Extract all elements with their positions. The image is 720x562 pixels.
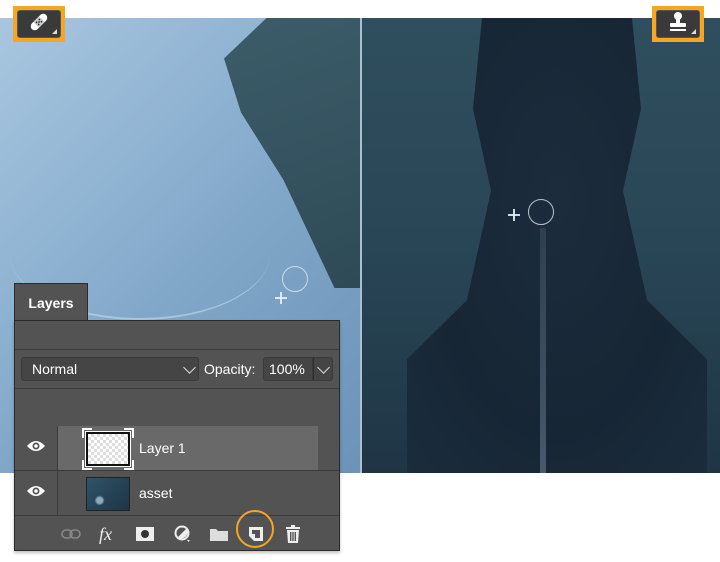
trash-icon[interactable]	[285, 524, 301, 544]
layers-panel-body: Normal Opacity: 100% Layer 1 asset fx	[14, 320, 340, 551]
selection-corner	[124, 428, 134, 438]
flyout-triangle-icon	[52, 29, 57, 34]
layer-name: Layer 1	[139, 440, 186, 456]
blend-mode-select[interactable]: Normal	[21, 357, 199, 381]
brush-cursor-circle	[528, 199, 554, 225]
layers-footer-toolbar: fx	[15, 510, 339, 552]
layer-row[interactable]: asset	[15, 471, 339, 516]
opacity-dropdown-button[interactable]	[313, 357, 333, 381]
sample-crosshair	[508, 209, 520, 221]
dark-figure	[407, 18, 707, 473]
fx-label: fx	[99, 523, 112, 544]
selection-corner	[82, 428, 92, 438]
chevron-down-icon	[183, 361, 196, 374]
layer-row[interactable]: Layer 1	[15, 426, 339, 471]
tab-layers[interactable]: Layers	[14, 283, 88, 321]
new-layer-icon[interactable]	[248, 524, 264, 544]
opacity-value: 100%	[269, 361, 305, 377]
spot-healing-tool-button[interactable]	[13, 6, 65, 42]
eye-icon	[26, 484, 46, 503]
selection-corner	[82, 460, 92, 470]
blend-opacity-row: Normal Opacity: 100%	[15, 349, 339, 389]
canvas-right-image[interactable]	[362, 18, 720, 473]
blend-mode-value: Normal	[32, 361, 78, 377]
stamp-icon	[667, 11, 689, 38]
adjustment-icon[interactable]	[174, 524, 192, 544]
layer-name: asset	[139, 485, 173, 501]
folder-icon[interactable]	[209, 524, 229, 544]
selection-corner	[124, 460, 134, 470]
layers-panel: Layers Normal Opacity: 100% Layer 1 asse…	[14, 283, 340, 551]
fx-icon[interactable]: fx	[99, 524, 112, 544]
visibility-toggle[interactable]	[15, 426, 58, 470]
figure-zipper	[540, 228, 546, 473]
mask-icon[interactable]	[136, 524, 154, 544]
visibility-toggle[interactable]	[15, 471, 58, 515]
chevron-down-icon	[317, 361, 330, 374]
eye-icon	[26, 439, 46, 458]
flyout-triangle-icon	[691, 29, 696, 34]
opacity-label: Opacity:	[204, 361, 256, 377]
layer-thumbnail-image	[86, 477, 130, 511]
clone-stamp-tool-button[interactable]	[652, 6, 704, 42]
layer-content[interactable]: Layer 1	[58, 426, 318, 470]
layer-content[interactable]: asset	[58, 471, 318, 515]
opacity-input[interactable]: 100%	[263, 357, 313, 381]
bandage-icon	[28, 11, 50, 38]
link-icon[interactable]	[61, 524, 81, 544]
